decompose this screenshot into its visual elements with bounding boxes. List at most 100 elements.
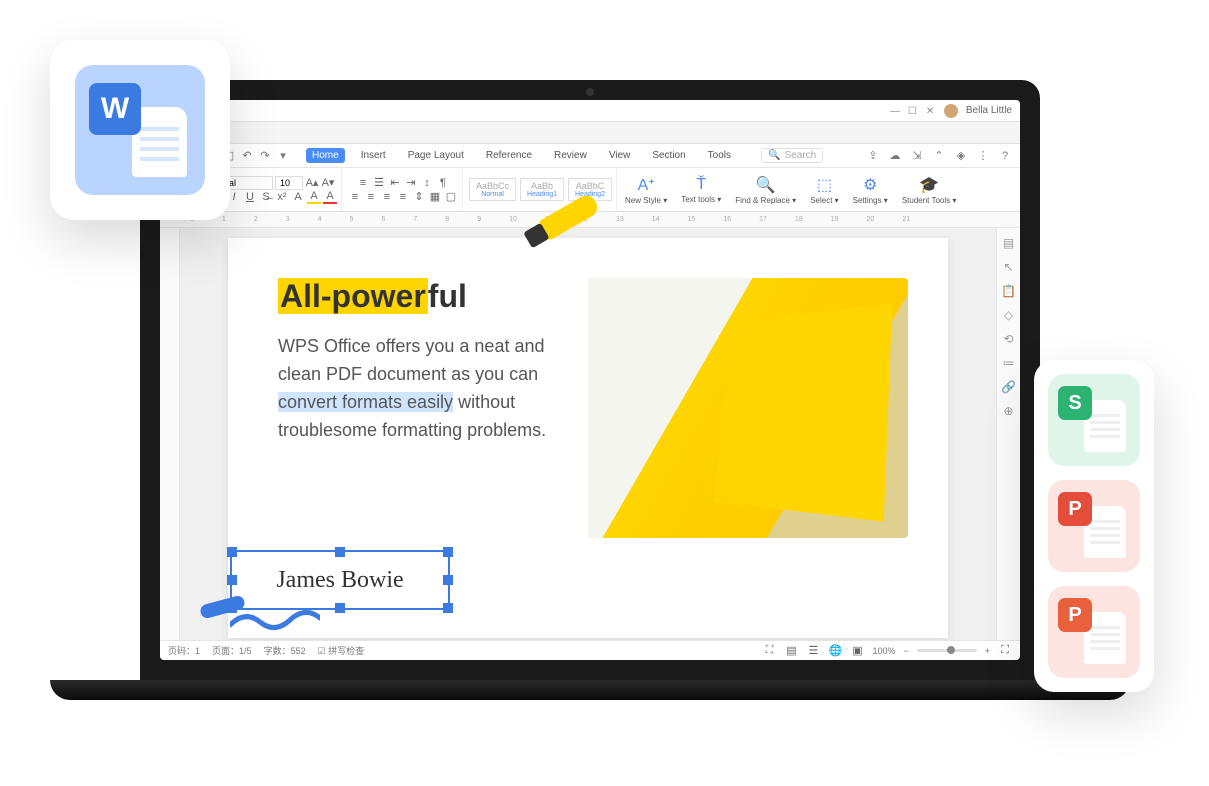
collapse-ribbon-icon[interactable]: ⌃ [932, 149, 946, 163]
justify-icon[interactable]: ≡ [396, 190, 410, 204]
web-layout-icon[interactable]: 🌐 [828, 644, 842, 658]
signature-text: James Bowie [276, 567, 403, 594]
app-icons-stack: S P P [1034, 360, 1154, 692]
menu-tools[interactable]: Tools [702, 148, 737, 163]
new-style-button[interactable]: AᐩNew Style ▾ [619, 173, 673, 207]
share-icon[interactable]: ⇪ [866, 149, 880, 163]
resize-handle-br[interactable] [443, 603, 453, 613]
redo-icon[interactable]: ↷ [258, 149, 272, 163]
pdf-letter: P [1058, 492, 1092, 526]
menu-section[interactable]: Section [646, 148, 691, 163]
decrease-indent-icon[interactable]: ⇤ [388, 176, 402, 190]
book-illustration [714, 304, 892, 522]
resize-handle-bm[interactable] [335, 603, 345, 613]
resize-handle-tr[interactable] [443, 547, 453, 557]
resize-handle-tl[interactable] [227, 547, 237, 557]
zoom-slider[interactable] [917, 649, 977, 652]
menu-view[interactable]: View [603, 148, 637, 163]
strike-icon[interactable]: S̶ [259, 190, 273, 204]
reading-view-icon[interactable]: ▣ [850, 644, 864, 658]
style-normal[interactable]: AaBbCcNormal [469, 178, 516, 201]
page-indicator[interactable]: 页码：1 [168, 644, 200, 657]
underline-icon[interactable]: U [243, 190, 257, 204]
align-left-icon[interactable]: ≡ [348, 190, 362, 204]
headline[interactable]: All-powerful [278, 278, 467, 314]
menu-reference[interactable]: Reference [480, 148, 538, 163]
cloud-icon[interactable]: ☁ [888, 149, 902, 163]
export-icon[interactable]: ⇲ [910, 149, 924, 163]
user-name[interactable]: Bella Little [966, 105, 1012, 116]
search-box[interactable]: 🔍 Search [761, 148, 823, 163]
select-button[interactable]: ⬚Select ▾ [804, 173, 844, 207]
menu-insert[interactable]: Insert [355, 148, 392, 163]
grow-font-icon[interactable]: A▴ [305, 176, 319, 190]
shading-icon[interactable]: ▦ [428, 190, 442, 204]
bullet-list-icon[interactable]: ≡ [356, 176, 370, 190]
skin-icon[interactable]: ◈ [954, 149, 968, 163]
user-avatar[interactable] [944, 104, 958, 118]
highlight-color-icon[interactable]: A [307, 190, 321, 204]
help-icon[interactable]: ? [998, 149, 1012, 163]
text-effect-icon[interactable]: A [291, 190, 305, 204]
menu-page-layout[interactable]: Page Layout [402, 148, 470, 163]
body-paragraph[interactable]: WPS Office offers you a neat and clean P… [278, 333, 558, 445]
fit-width-icon[interactable]: ⛶ [762, 644, 776, 658]
status-bar: 页码：1 页面：1/5 字数：552 ☑ 拼写检查 ⛶ ▤ ☰ 🌐 ▣ 100%… [160, 640, 1020, 660]
outline-view-icon[interactable]: ☰ [806, 644, 820, 658]
text-tools-button[interactable]: ŤText tools ▾ [675, 174, 727, 206]
zoom-in-button[interactable]: + [985, 646, 990, 656]
resize-handle-ml[interactable] [227, 575, 237, 585]
show-marks-icon[interactable]: ¶ [436, 176, 450, 190]
spreadsheet-app-icon: S [1048, 374, 1140, 466]
laptop-base [50, 680, 1130, 700]
fullscreen-icon[interactable]: ⛶ [998, 644, 1012, 658]
side-toolbar: ▤ ↖ 📋 ◇ ⟲ ≔ 🔗 ⊕ [996, 228, 1020, 640]
backup-icon[interactable]: ⟲ [1002, 332, 1016, 346]
zoom-pane-icon[interactable]: ⊕ [1002, 404, 1016, 418]
sort-icon[interactable]: ↕ [420, 176, 434, 190]
clipboard-pane-icon[interactable]: 📋 [1002, 284, 1016, 298]
resize-handle-mr[interactable] [443, 575, 453, 585]
writer-app-icon: W [75, 65, 205, 195]
wordcount-indicator[interactable]: 字数：552 [264, 644, 306, 657]
zoom-out-button[interactable]: − [903, 646, 908, 656]
superscript-icon[interactable]: x² [275, 190, 289, 204]
menu-review[interactable]: Review [548, 148, 593, 163]
select-tool-icon[interactable]: ↖ [1002, 260, 1016, 274]
borders-icon[interactable]: ▢ [444, 190, 458, 204]
align-right-icon[interactable]: ≡ [380, 190, 394, 204]
spellcheck-toggle[interactable]: ☑ 拼写检查 [318, 644, 365, 657]
undo-icon[interactable]: ↶ [240, 149, 254, 163]
print-layout-icon[interactable]: ▤ [784, 644, 798, 658]
signature-text-box[interactable]: James Bowie [230, 550, 450, 610]
nav-pane-icon[interactable]: ▤ [1002, 236, 1016, 250]
line-spacing-icon[interactable]: ⇕ [412, 190, 426, 204]
font-color-icon[interactable]: A [323, 190, 337, 204]
vertical-ruler[interactable] [160, 228, 180, 640]
quick-dropdown-icon[interactable]: ▾ [276, 149, 290, 163]
menu-home[interactable]: Home [306, 148, 345, 163]
more-icon[interactable]: ⋮ [976, 149, 990, 163]
increase-indent-icon[interactable]: ⇥ [404, 176, 418, 190]
close-window-button[interactable]: ✕ [926, 106, 936, 116]
shrink-font-icon[interactable]: A▾ [321, 176, 335, 190]
minimize-button[interactable]: — [890, 106, 900, 116]
settings-button[interactable]: ⚙Settings ▾ [847, 173, 894, 207]
writer-app-card: W [50, 40, 230, 220]
font-size-select[interactable] [275, 176, 303, 190]
style-heading1[interactable]: AaBbHeading1 [520, 178, 564, 201]
pages-indicator[interactable]: 页面：1/5 [212, 644, 252, 657]
property-pane-icon[interactable]: ≔ [1002, 356, 1016, 370]
zoom-level[interactable]: 100% [872, 646, 895, 656]
shapes-pane-icon[interactable]: ◇ [1002, 308, 1016, 322]
maximize-button[interactable]: ☐ [908, 106, 918, 116]
inline-image[interactable] [588, 278, 908, 538]
align-center-icon[interactable]: ≡ [364, 190, 378, 204]
number-list-icon[interactable]: ☰ [372, 176, 386, 190]
find-replace-button[interactable]: 🔍Find & Replace ▾ [729, 173, 802, 207]
pen-illustration [200, 600, 260, 640]
spreadsheet-letter: S [1058, 386, 1092, 420]
link-icon[interactable]: 🔗 [1002, 380, 1016, 394]
resize-handle-tm[interactable] [335, 547, 345, 557]
student-tools-button[interactable]: 🎓Student Tools ▾ [896, 173, 963, 207]
